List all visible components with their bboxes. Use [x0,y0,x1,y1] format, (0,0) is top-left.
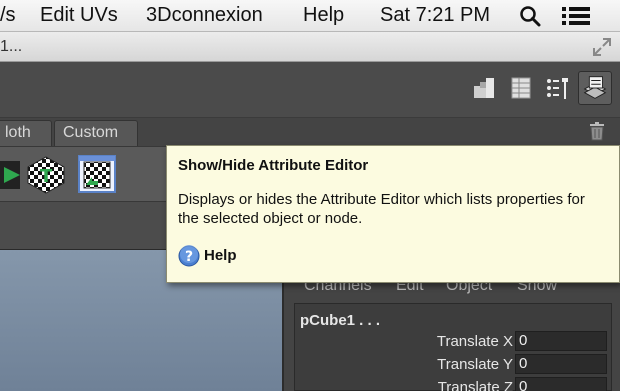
attr-field-translate-z[interactable]: 0 [515,377,607,391]
tooltip-description: Displays or hides the Attribute Editor w… [178,191,585,227]
menu-item-3dconnexion[interactable]: 3Dconnexion [146,4,263,27]
tool-settings-icon[interactable] [543,74,571,102]
svg-text:?: ? [185,249,193,265]
trash-icon[interactable] [588,121,606,141]
uv-checker-t-icon[interactable]: T [26,155,66,195]
attr-label-translate-y: Translate Y [437,356,513,373]
component-editor-icon[interactable] [470,74,498,102]
attribute-editor-toggle-icon[interactable] [578,71,612,105]
svg-text:T: T [40,166,53,187]
menu-bar: /s Edit UVs 3Dconnexion Help Sat 7:21 PM [0,0,620,32]
tooltip-help-label[interactable]: Help [204,247,237,264]
tooltip: Show/Hide Attribute Editor Displays or h… [166,145,620,283]
attr-field-translate-x[interactable]: 0 [515,331,607,351]
menu-item-edit-uvs[interactable]: Edit UVs [40,4,118,27]
menu-item-help[interactable]: Help [303,4,344,27]
attr-field-translate-y[interactable]: 0 [515,354,607,374]
tooltip-title: Show/Hide Attribute Editor [178,157,369,174]
list-menu-icon[interactable] [562,6,590,26]
help-icon: ? [178,245,200,267]
status-line [0,62,620,118]
fullscreen-icon[interactable] [592,37,612,57]
search-icon[interactable] [519,5,541,27]
uv-move-icon[interactable] [0,155,26,195]
menubar-clock[interactable]: Sat 7:21 PM [380,4,490,27]
uv-checker-panel-icon[interactable] [78,155,116,193]
attr-label-translate-z: Translate Z [437,379,513,391]
window-title-bar: 1... [0,32,620,62]
attr-label-translate-x: Translate X [436,333,513,350]
tab-cloth[interactable]: loth [0,120,52,146]
shelf-tab-bar: loth Custom [0,118,620,146]
menu-item-views-partial[interactable]: /s [0,4,16,27]
channel-box-icon[interactable] [507,74,535,102]
window-title: 1... [0,38,23,55]
object-name[interactable]: pCube1 . . . [300,312,380,329]
tab-custom[interactable]: Custom [54,120,138,146]
